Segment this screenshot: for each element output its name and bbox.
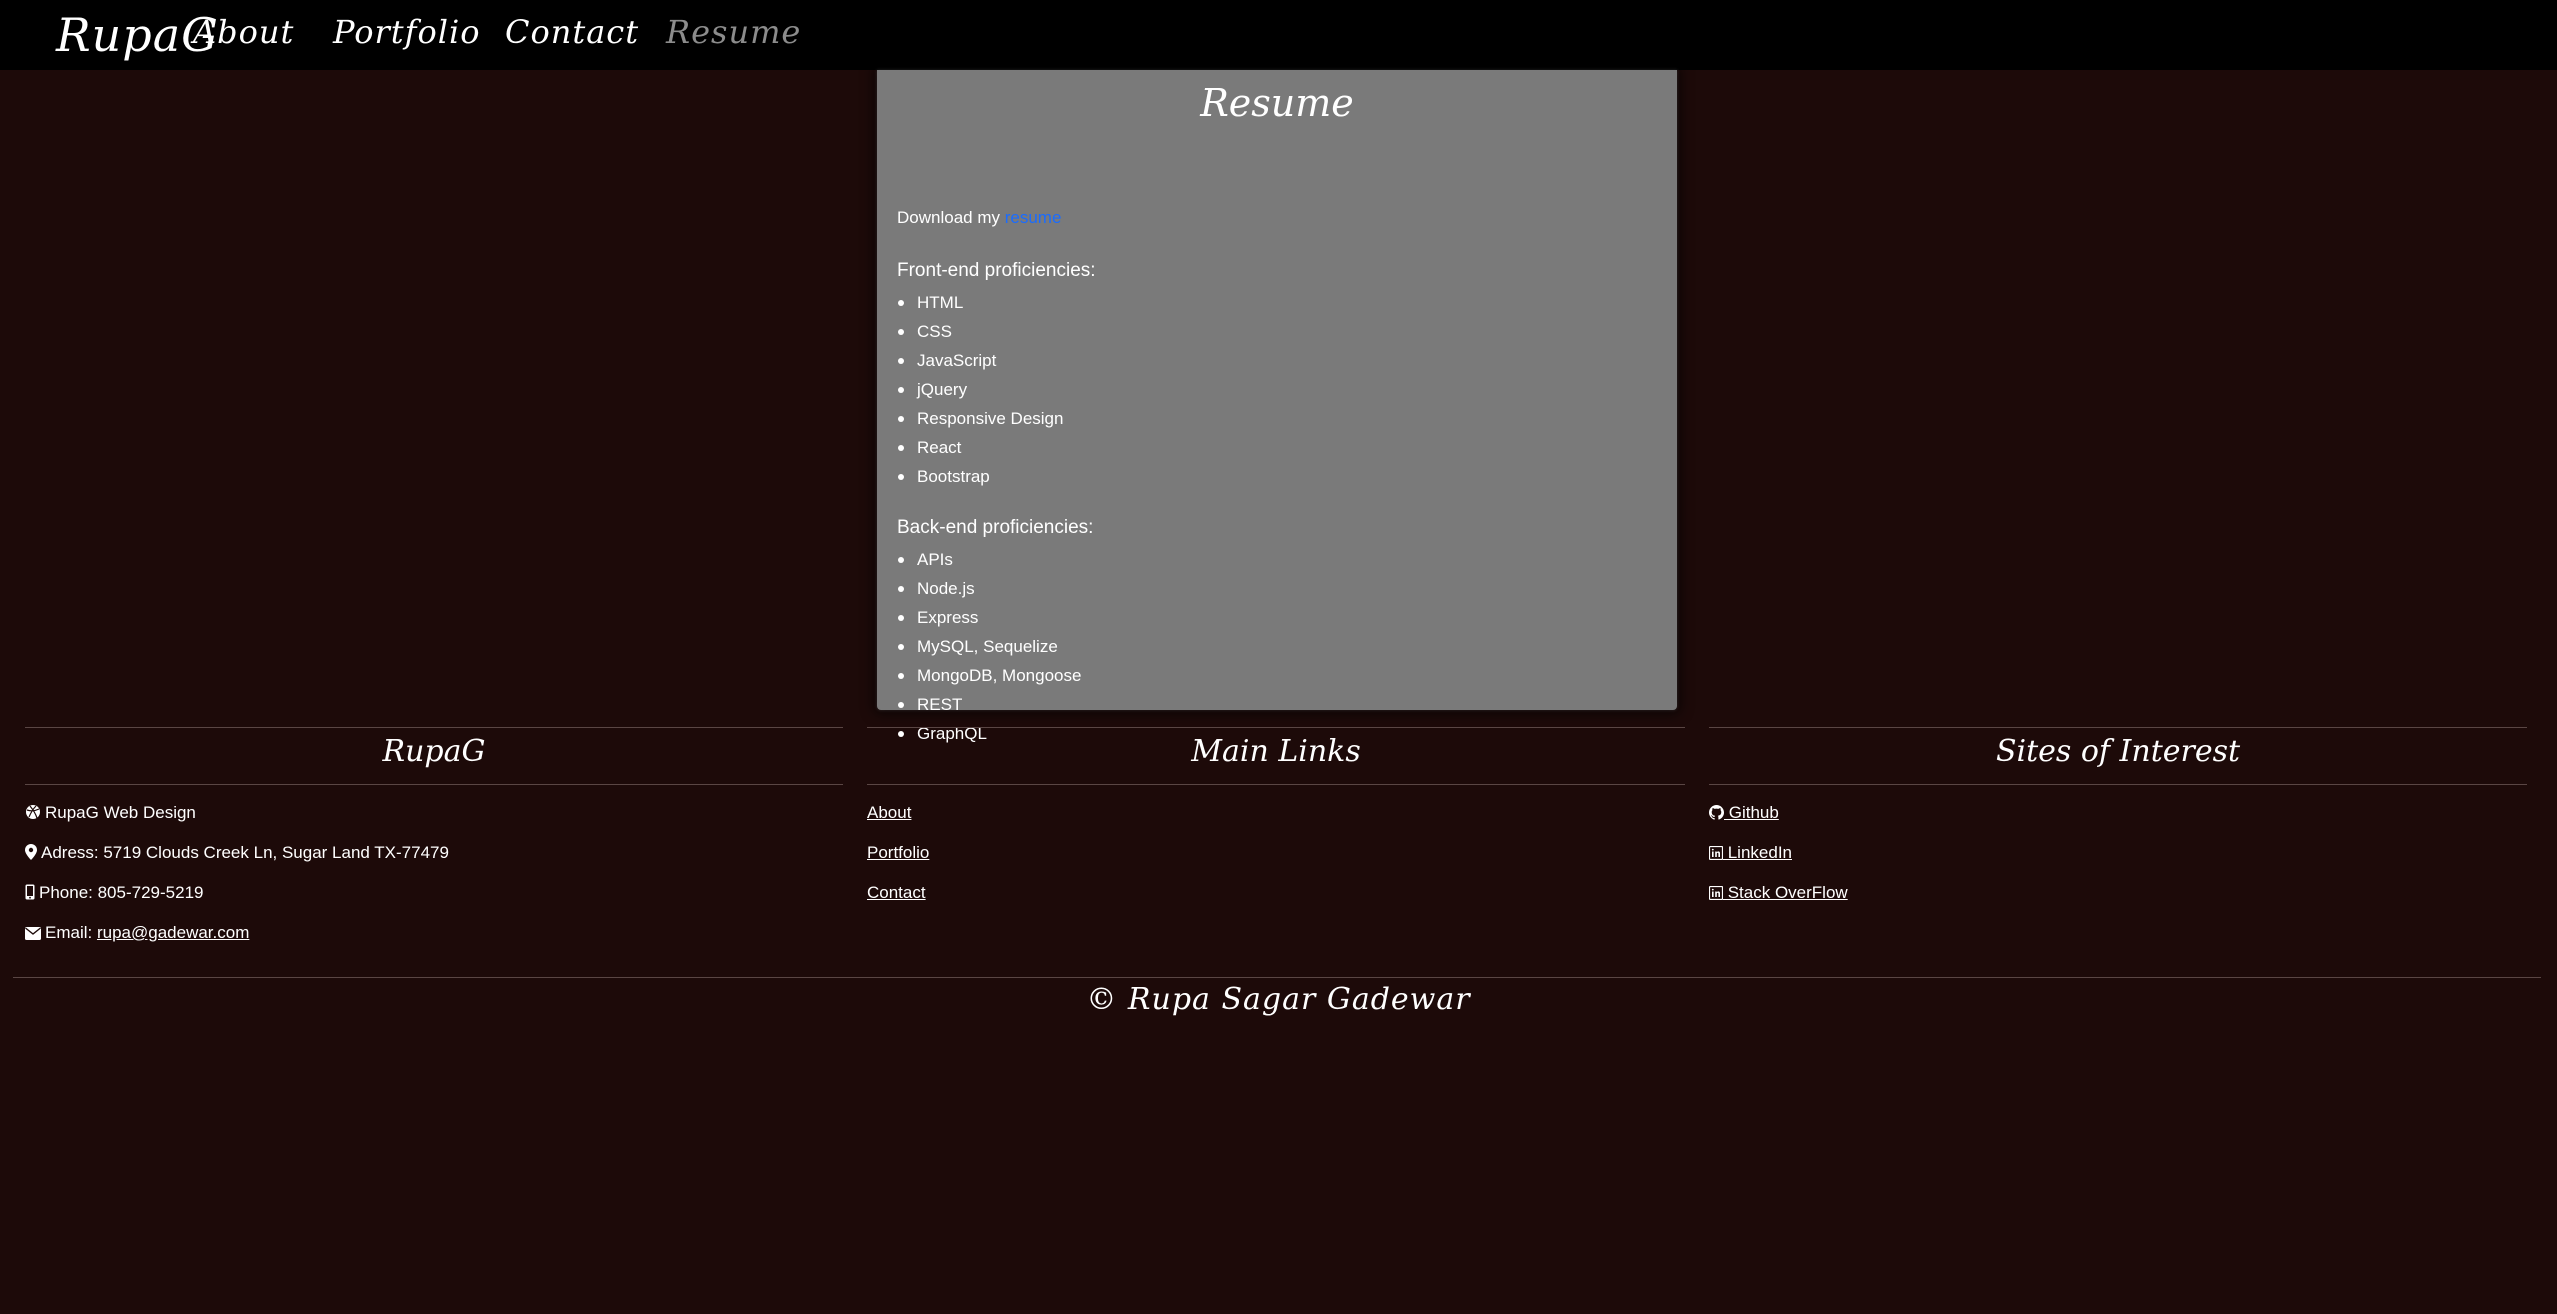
list-item: HTML (897, 288, 1063, 317)
footer-link-about[interactable]: About (867, 801, 911, 825)
envelope-icon (25, 927, 41, 940)
footer-link-stack-overflow[interactable]: Stack OverFlow (1709, 881, 1848, 905)
copyright: © Rupa Sagar Gadewar (1086, 982, 1471, 1017)
divider (867, 727, 1685, 728)
footer-col-title-sites-of-interest: Sites of Interest (1995, 734, 2241, 769)
nav-link-contact[interactable]: Contact (505, 12, 639, 52)
nav-link-about[interactable]: About (193, 12, 294, 52)
footer-email: Email: rupa@gadewar.com (25, 921, 249, 945)
divider (1709, 727, 2527, 728)
nav-link-portfolio[interactable]: Portfolio (333, 12, 481, 52)
email-link[interactable]: rupa@gadewar.com (97, 923, 249, 942)
github-icon (1709, 805, 1724, 820)
footer-col-title-main-links: Main Links (1191, 734, 1361, 769)
divider (25, 727, 843, 728)
list-item: Bootstrap (897, 462, 1063, 491)
list-item: jQuery (897, 375, 1063, 404)
download-prefix: Download my (897, 208, 1000, 227)
footer-company: RupaG Web Design (25, 801, 196, 825)
list-item: REST (897, 690, 1081, 719)
map-marker-icon (25, 844, 37, 860)
list-item: Responsive Design (897, 404, 1063, 433)
footer-col-title-rupag: RupaG (382, 734, 486, 769)
list-item: Node.js (897, 574, 1081, 603)
divider (1709, 784, 2527, 785)
footer-phone: Phone: 805-729-5219 (25, 881, 203, 905)
download-text: Download my resume (897, 206, 1061, 230)
backend-heading: Back-end proficiencies: (897, 517, 1094, 538)
email-label: Email: (45, 923, 93, 942)
linkedin-icon (1709, 846, 1723, 860)
footer-address: Adress: 5719 Clouds Creek Ln, Sugar Land… (25, 841, 449, 865)
divider (867, 784, 1685, 785)
nav-link-resume[interactable]: Resume (666, 12, 801, 52)
resume-title: Resume (1200, 81, 1354, 125)
footer-link-contact[interactable]: Contact (867, 881, 926, 905)
frontend-list: HTML CSS JavaScript jQuery Responsive De… (897, 288, 1063, 491)
list-item: MongoDB, Mongoose (897, 661, 1081, 690)
dribbble-icon (26, 805, 40, 819)
footer-link-linkedin[interactable]: LinkedIn (1709, 841, 1792, 865)
list-item: Express (897, 603, 1081, 632)
mobile-phone-icon (25, 884, 35, 900)
list-item: APIs (897, 545, 1081, 574)
resume-download-link[interactable]: resume (1005, 208, 1062, 227)
linkedin-icon (1709, 886, 1723, 900)
backend-list: APIs Node.js Express MySQL, Sequelize Mo… (897, 545, 1081, 748)
list-item: React (897, 433, 1063, 462)
frontend-heading: Front-end proficiencies: (897, 260, 1096, 281)
divider (25, 784, 843, 785)
footer-link-portfolio[interactable]: Portfolio (867, 841, 929, 865)
list-item: JavaScript (897, 346, 1063, 375)
resume-card: Resume Download my resume Front-end prof… (877, 70, 1677, 743)
list-item: MySQL, Sequelize (897, 632, 1081, 661)
navbar: RupaG About Portfolio Contact Resume (0, 0, 2557, 70)
list-item: CSS (897, 317, 1063, 346)
divider (13, 977, 2541, 978)
footer-link-github[interactable]: Github (1709, 801, 1779, 825)
